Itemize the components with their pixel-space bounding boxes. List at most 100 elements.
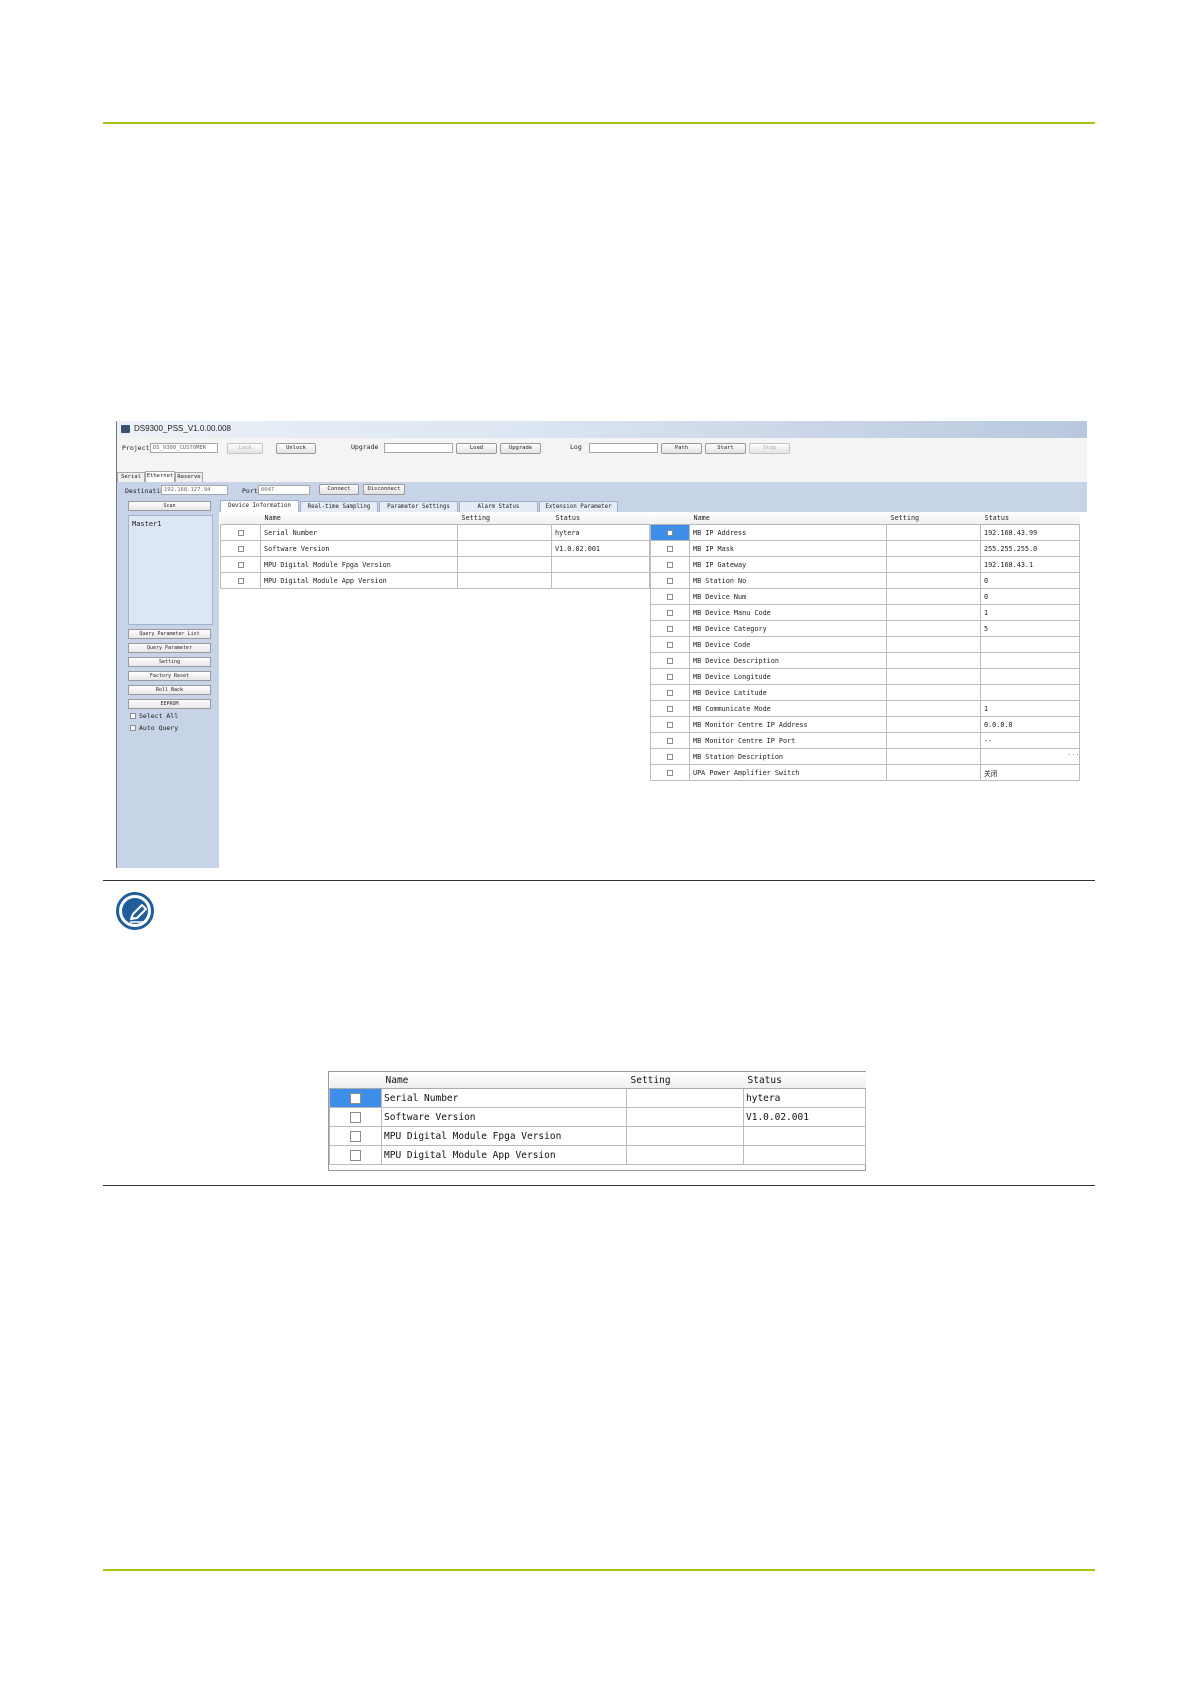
setting-cell[interactable] <box>886 700 981 717</box>
setting-cell[interactable] <box>626 1107 744 1127</box>
table-row[interactable]: MB Device Latitude <box>650 684 1080 701</box>
checkbox-icon[interactable] <box>667 625 673 632</box>
port-input[interactable]: 6047 <box>258 485 310 495</box>
table-row[interactable]: MB Station Description <box>650 748 1080 765</box>
table-row[interactable]: Serial Number hytera <box>220 524 650 541</box>
checkbox-icon[interactable] <box>667 769 673 776</box>
checkbox-icon[interactable] <box>350 1092 361 1104</box>
table-row[interactable]: MB Monitor Centre IP Port -- <box>650 732 1080 749</box>
select-all-checkbox[interactable]: Select All <box>130 712 178 720</box>
device-list[interactable]: Master1 <box>128 515 213 625</box>
table-row[interactable]: MB Device Code <box>650 636 1080 653</box>
checkbox-icon[interactable] <box>667 529 673 536</box>
setting-cell[interactable] <box>886 604 981 621</box>
col-name[interactable]: Name <box>689 512 887 525</box>
table-row[interactable]: MPU Digital Module App Version <box>329 1145 866 1165</box>
scan-button[interactable]: Scan <box>128 501 211 511</box>
checkbox-icon[interactable] <box>667 721 673 728</box>
setting-cell[interactable] <box>886 716 981 733</box>
tab-parameter-settings[interactable]: Parameter Settings <box>379 501 458 512</box>
checkbox-icon[interactable] <box>350 1111 361 1123</box>
tab-alarm-status[interactable]: Alarm Status <box>459 501 538 512</box>
checkbox-icon[interactable] <box>667 545 673 552</box>
checkbox-icon[interactable] <box>667 561 673 568</box>
table-row[interactable]: MB IP Gateway 192.168.43.1 <box>650 556 1080 573</box>
setting-cell[interactable] <box>886 764 981 781</box>
checkbox-icon[interactable] <box>667 705 673 712</box>
upgrade-path-input[interactable] <box>384 443 453 453</box>
checkbox-icon[interactable] <box>667 673 673 680</box>
table-row[interactable]: Software Version V1.0.02.001 <box>329 1107 866 1127</box>
disconnect-button[interactable]: Disconnect <box>363 484 405 495</box>
device-item[interactable]: Master1 <box>132 520 162 528</box>
setting-cell[interactable] <box>457 556 552 573</box>
checkbox-icon[interactable] <box>667 657 673 664</box>
setting-cell[interactable] <box>886 748 981 765</box>
query-parameter-list-button[interactable]: Query Parameter List <box>128 629 211 639</box>
setting-cell[interactable] <box>626 1145 744 1165</box>
setting-cell[interactable] <box>886 556 981 573</box>
setting-cell[interactable] <box>886 524 981 541</box>
col-setting[interactable]: Setting <box>457 512 552 525</box>
checkbox-icon[interactable] <box>237 545 244 552</box>
eeprom-button[interactable]: EEPROM <box>128 699 211 709</box>
unlock-button[interactable]: Unlock <box>276 443 316 454</box>
start-button[interactable]: Start <box>705 443 746 454</box>
table-row[interactable]: MB Communicate Mode 1 <box>650 700 1080 717</box>
setting-cell[interactable] <box>886 684 981 701</box>
checkbox-icon[interactable] <box>667 689 673 696</box>
tab-serial[interactable]: Serial <box>117 472 145 482</box>
upgrade-button[interactable]: Upgrade <box>500 443 541 454</box>
setting-cell[interactable] <box>886 636 981 653</box>
path-button[interactable]: Path <box>661 443 702 454</box>
checkbox-icon[interactable] <box>350 1149 361 1161</box>
setting-cell[interactable] <box>886 668 981 685</box>
tab-reserve[interactable]: Reserve <box>175 472 203 482</box>
setting-cell[interactable] <box>886 588 981 605</box>
setting-cell[interactable] <box>886 732 981 749</box>
connect-button[interactable]: Connect <box>319 484 359 495</box>
table-row[interactable]: MB IP Mask 255.255.255.0 <box>650 540 1080 557</box>
col-name[interactable]: Name <box>260 512 458 525</box>
setting-cell[interactable] <box>886 540 981 557</box>
checkbox-icon[interactable] <box>237 561 244 568</box>
ellipsis-button[interactable]: ... <box>1067 749 1080 757</box>
checkbox-icon[interactable] <box>667 593 673 600</box>
lock-button[interactable]: Lock <box>227 443 263 454</box>
table-row[interactable]: MB Device Num 0 <box>650 588 1080 605</box>
table-row[interactable]: MPU Digital Module Fpga Version <box>329 1126 866 1146</box>
table-row[interactable]: MB Device Longitude <box>650 668 1080 685</box>
setting-cell[interactable] <box>457 572 552 589</box>
col-name[interactable]: Name <box>381 1072 627 1089</box>
table-row[interactable]: MB Device Category 5 <box>650 620 1080 637</box>
checkbox-icon[interactable] <box>237 577 244 584</box>
col-status[interactable]: Status <box>980 512 1080 525</box>
checkbox-icon[interactable] <box>667 737 673 744</box>
col-setting[interactable]: Setting <box>886 512 981 525</box>
checkbox-icon[interactable] <box>237 529 244 536</box>
col-status[interactable]: Status <box>551 512 650 525</box>
destination-input[interactable]: 192.168.127.94 <box>161 485 228 495</box>
checkbox-icon[interactable] <box>667 609 673 616</box>
table-row[interactable]: MB Device Manu Code 1 <box>650 604 1080 621</box>
setting-cell[interactable] <box>626 1088 744 1108</box>
tab-real-time-sampling[interactable]: Real-time Sampling <box>300 501 378 512</box>
table-row[interactable]: MB Station No 0 <box>650 572 1080 589</box>
tab-device-information[interactable]: Device Information <box>220 500 299 512</box>
factory-reset-button[interactable]: Factory Reset <box>128 671 211 681</box>
load-button[interactable]: Load <box>456 443 497 454</box>
roll-back-button[interactable]: Roll Back <box>128 685 211 695</box>
stop-button[interactable]: Stop <box>749 443 790 454</box>
setting-cell[interactable] <box>886 572 981 589</box>
table-row[interactable]: MB Device Description <box>650 652 1080 669</box>
tab-ethernet[interactable]: Ethernet <box>145 471 175 482</box>
setting-cell[interactable] <box>457 540 552 557</box>
setting-cell[interactable] <box>626 1126 744 1146</box>
setting-cell[interactable] <box>886 652 981 669</box>
checkbox-icon[interactable] <box>350 1130 361 1142</box>
setting-cell[interactable] <box>886 620 981 637</box>
table-row[interactable]: MB IP Address 192.168.43.99 <box>650 524 1080 541</box>
table-row[interactable]: Serial Number hytera <box>329 1088 866 1108</box>
col-setting[interactable]: Setting <box>626 1072 744 1089</box>
query-parameter-button[interactable]: Query Parameter <box>128 643 211 653</box>
